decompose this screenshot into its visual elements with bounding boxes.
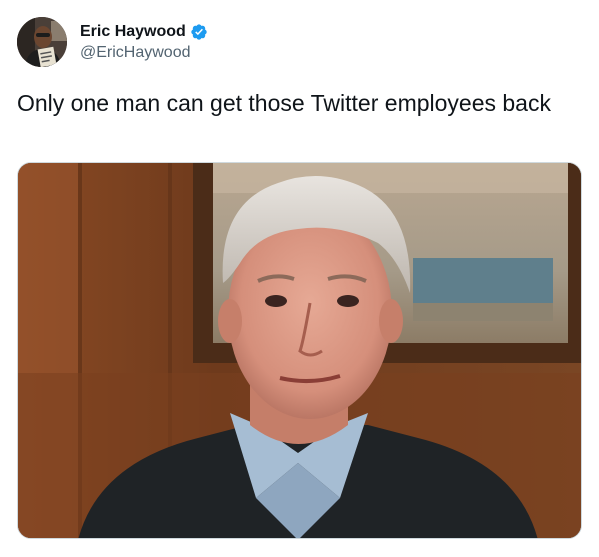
author-handle[interactable]: @EricHaywood xyxy=(80,44,191,62)
verified-badge-icon xyxy=(190,23,208,41)
tweet-card: Eric Haywood @EricHaywood Only one man c… xyxy=(0,0,599,557)
photo-portrait-icon xyxy=(18,163,581,538)
author-display-name[interactable]: Eric Haywood xyxy=(80,23,186,41)
avatar-photo-icon xyxy=(17,17,67,67)
tweet-media-photo[interactable] xyxy=(17,162,582,539)
author-avatar[interactable] xyxy=(17,17,67,67)
tweet-text: Only one man can get those Twitter emplo… xyxy=(17,90,551,116)
author-name-row[interactable]: Eric Haywood xyxy=(80,22,208,42)
